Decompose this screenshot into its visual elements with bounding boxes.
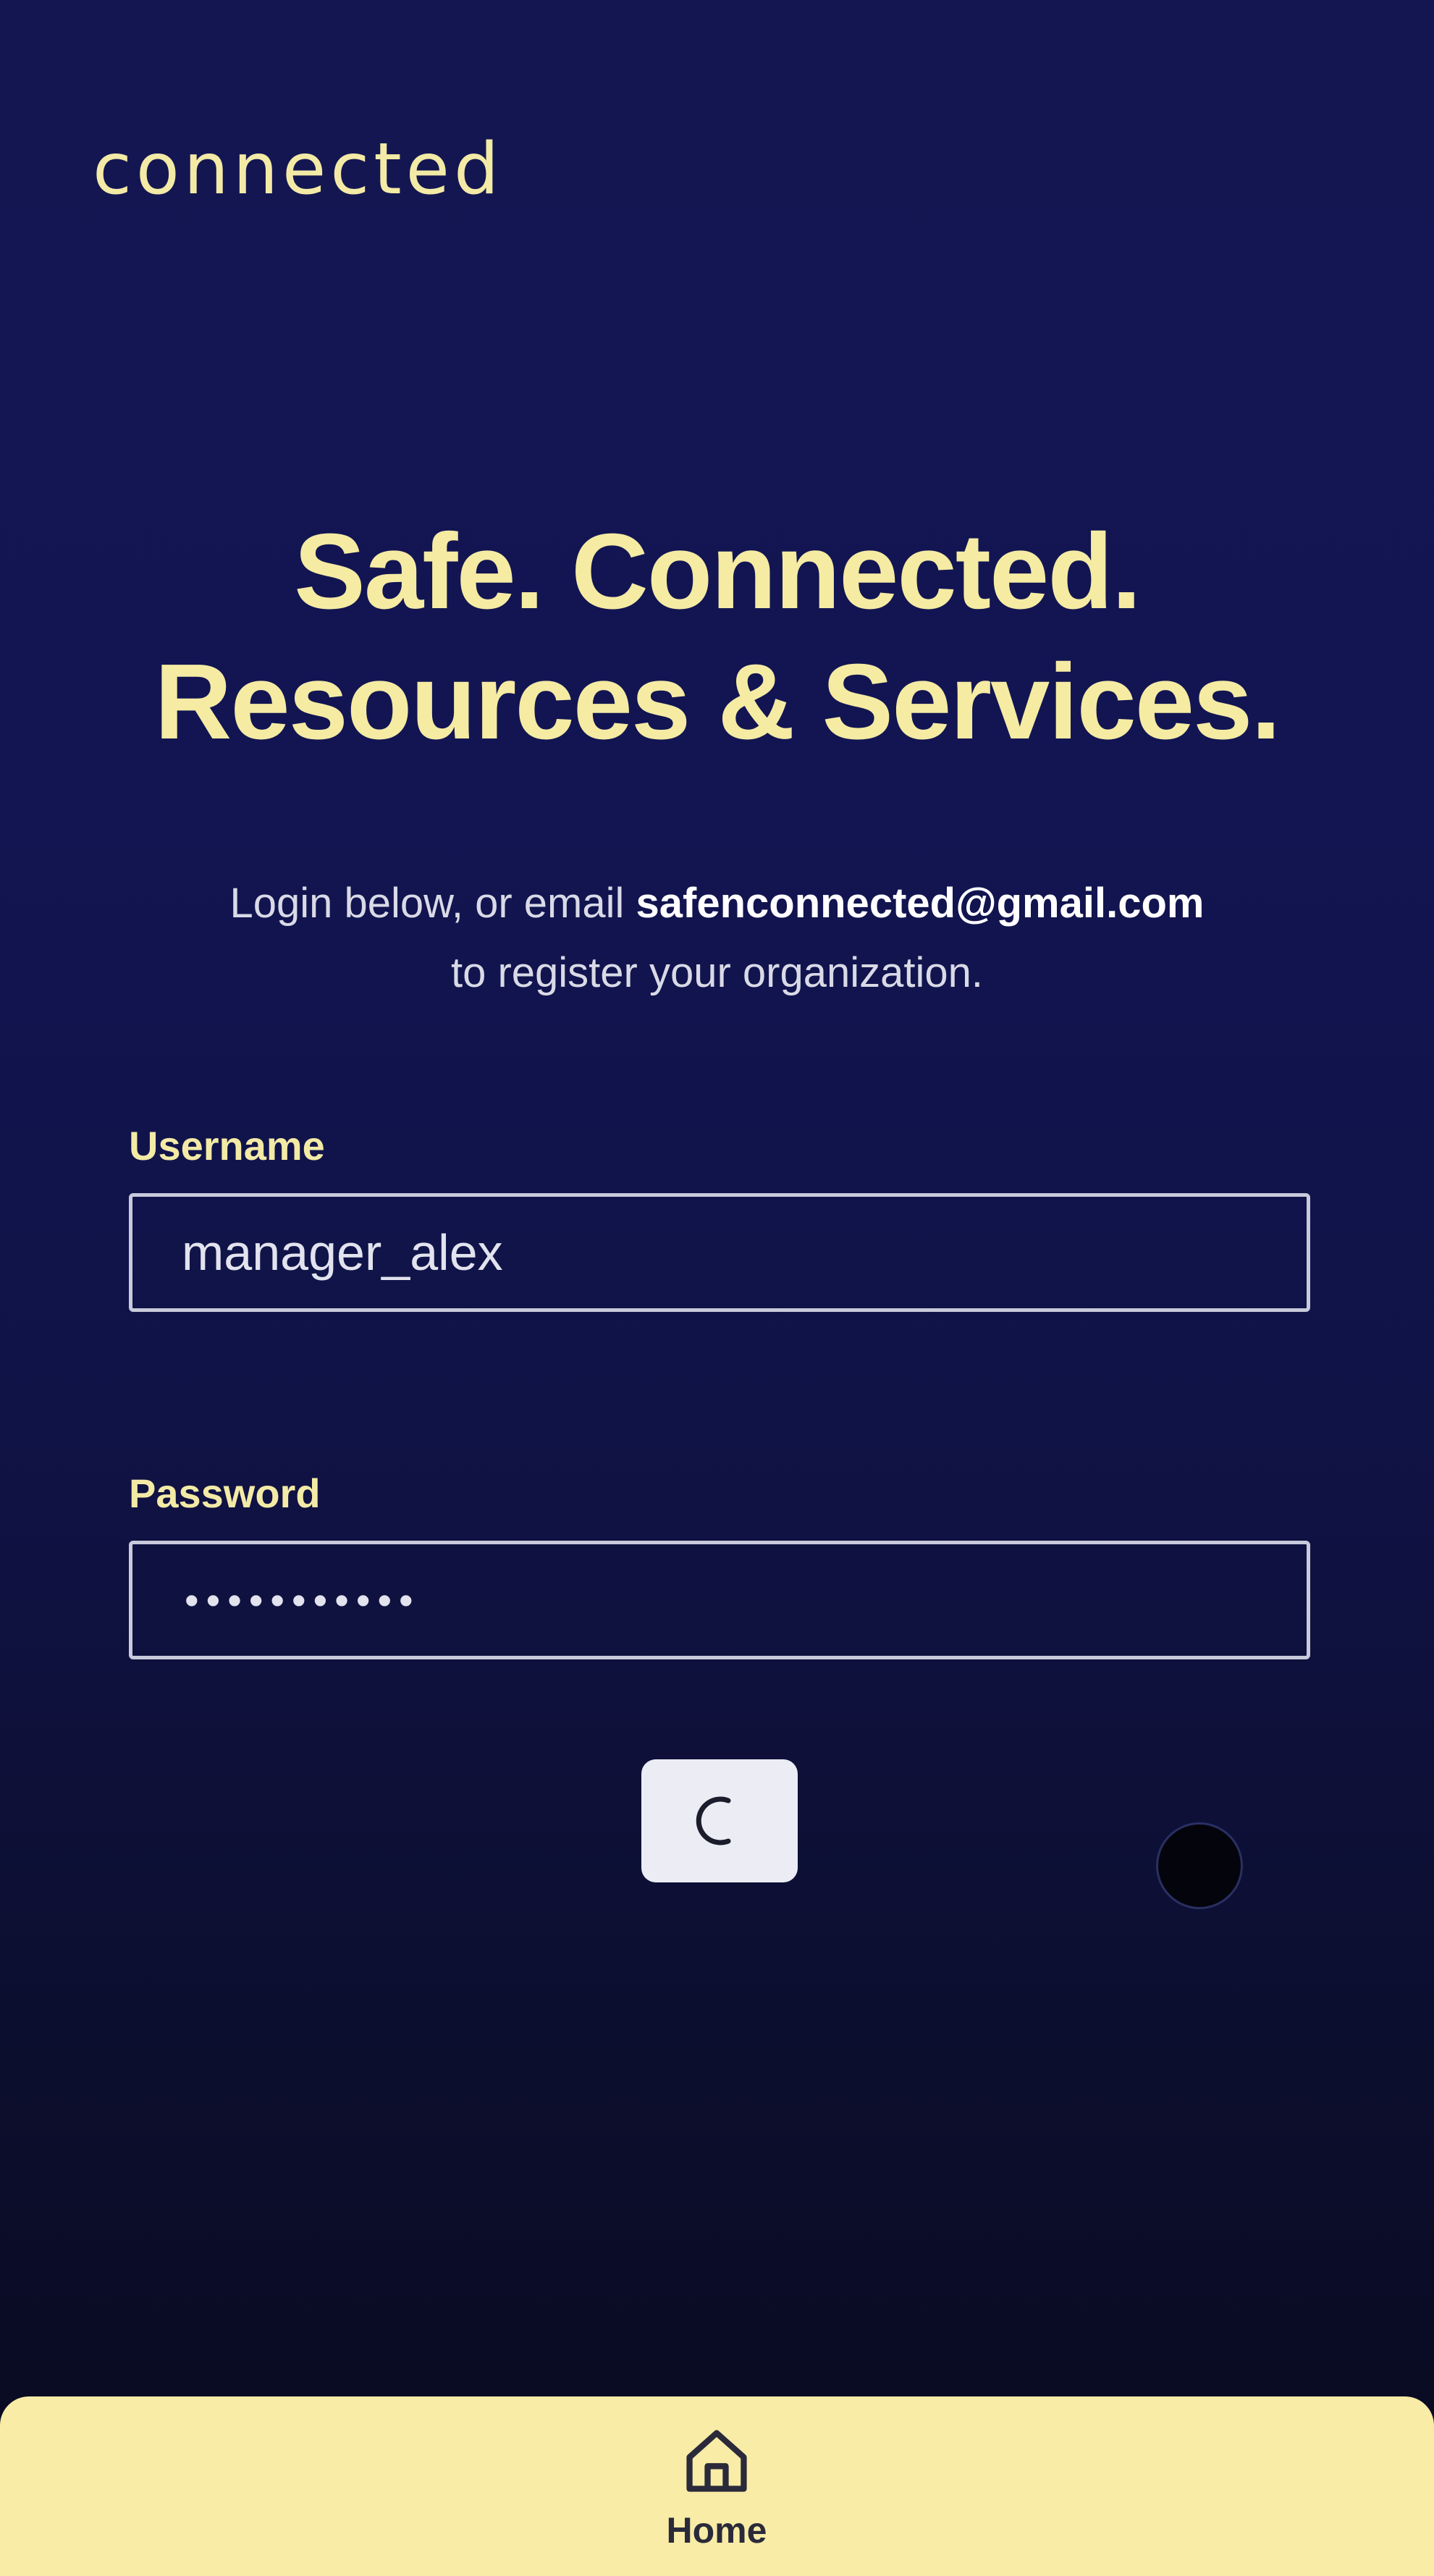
app-logo: connected [93,128,504,211]
headline-line-1: Safe. Connected. [294,512,1142,631]
touch-indicator [1158,1824,1241,1907]
home-icon [686,2430,747,2492]
page-headline: Safe. Connected. Resources & Services. [0,507,1434,767]
contact-email: safenconnected@gmail.com [636,880,1205,927]
instructions-suffix: to register your organization. [450,949,984,996]
instructions-prefix: Login below, or email [229,880,636,927]
username-label: Username [129,1123,325,1169]
nav-item-home[interactable]: Home [644,2423,789,2560]
username-input[interactable]: manager_alex [129,1193,1310,1312]
password-masked-value: ••••••••••• [185,1577,421,1623]
password-label: Password [129,1470,321,1516]
username-value: manager_alex [182,1224,503,1281]
password-input[interactable]: ••••••••••• [129,1541,1310,1659]
login-instructions: Login below, or email safenconnected@gma… [0,869,1434,1008]
spinner-icon [696,1796,731,1845]
bottom-navigation: Home [0,2396,1434,2576]
headline-line-2: Resources & Services. [154,642,1281,762]
nav-item-home-label: Home [666,2510,767,2551]
login-submit-button[interactable] [641,1759,798,1882]
